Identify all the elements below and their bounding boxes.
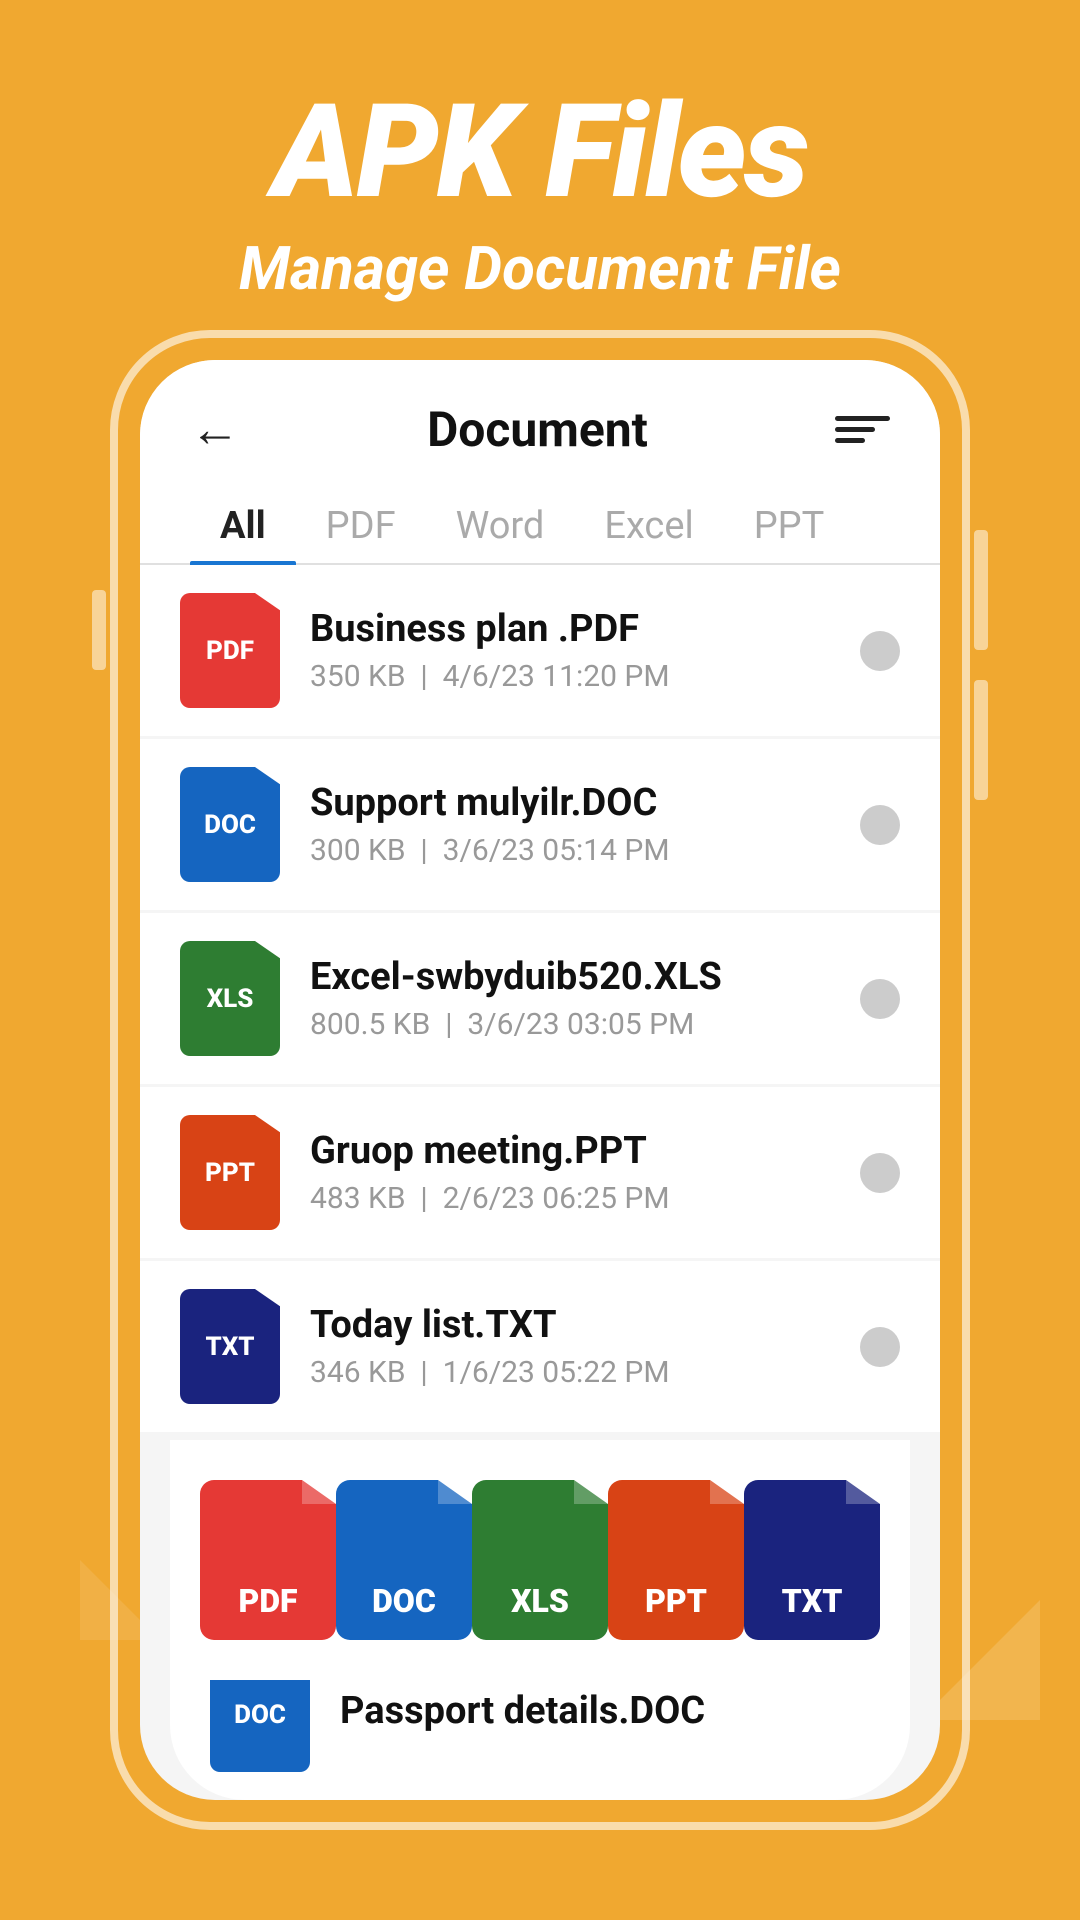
file-info-4: Gruop meeting.PPT 483 KB | 2/6/23 06:25 …	[310, 1129, 830, 1216]
file-name-last: Passport details.DOC	[340, 1689, 870, 1733]
tab-excel[interactable]: Excel	[574, 489, 723, 563]
screen-title: Document	[427, 401, 648, 458]
file-meta-3: 800.5 KB | 3/6/23 03:05 PM	[310, 1007, 830, 1042]
filter-icon-line3	[835, 438, 865, 443]
type-icon-txt[interactable]: TXT	[744, 1480, 880, 1640]
tab-pdf[interactable]: PDF	[296, 489, 426, 563]
file-options-4[interactable]	[860, 1153, 900, 1193]
file-list: PDF Business plan .PDF 350 KB | 4/6/23 1…	[140, 565, 940, 1432]
file-name-2: Support mulyilr.DOC	[310, 781, 830, 825]
header-title: APK Files	[60, 80, 1020, 223]
phone-mockup: ← Document All PDF Word Excel PPT PDF Bu…	[110, 330, 970, 1830]
file-meta-5: 346 KB | 1/6/23 05:22 PM	[310, 1355, 830, 1390]
file-item-3[interactable]: XLS Excel-swbyduib520.XLS 800.5 KB | 3/6…	[140, 913, 940, 1084]
file-info-5: Today list.TXT 346 KB | 1/6/23 05:22 PM	[310, 1303, 830, 1390]
phone-button-right2	[974, 680, 988, 800]
type-icon-doc[interactable]: DOC	[336, 1480, 472, 1640]
header-subtitle: Manage Document File	[60, 233, 1020, 304]
file-options-2[interactable]	[860, 805, 900, 845]
file-name-5: Today list.TXT	[310, 1303, 830, 1347]
file-options-1[interactable]	[860, 631, 900, 671]
back-button[interactable]: ←	[190, 400, 240, 459]
filter-icon-line1	[835, 416, 890, 421]
file-options-3[interactable]	[860, 979, 900, 1019]
tab-word[interactable]: Word	[426, 489, 575, 563]
file-meta-4: 483 KB | 2/6/23 06:25 PM	[310, 1181, 830, 1216]
header-section: APK Files Manage Document File	[0, 0, 1080, 344]
type-icon-xls[interactable]: XLS	[472, 1480, 608, 1640]
file-info-1: Business plan .PDF 350 KB | 4/6/23 11:20…	[310, 607, 830, 694]
file-icon-txt-5: TXT	[180, 1289, 280, 1404]
file-name-3: Excel-swbyduib520.XLS	[310, 955, 830, 999]
file-item-4[interactable]: PPT Gruop meeting.PPT 483 KB | 2/6/23 06…	[140, 1087, 940, 1258]
file-icon-ppt-4: PPT	[180, 1115, 280, 1230]
file-meta-2: 300 KB | 3/6/23 05:14 PM	[310, 833, 830, 868]
file-item-1[interactable]: PDF Business plan .PDF 350 KB | 4/6/23 1…	[140, 565, 940, 736]
file-name-4: Gruop meeting.PPT	[310, 1129, 830, 1173]
file-meta-1: 350 KB | 4/6/23 11:20 PM	[310, 659, 830, 694]
file-icon-pdf-1: PDF	[180, 593, 280, 708]
app-topbar: ← Document	[140, 360, 940, 479]
bottom-types-bar: PDF DOC XLS PPT TXT	[170, 1440, 910, 1680]
file-item-2[interactable]: DOC Support mulyilr.DOC 300 KB | 3/6/23 …	[140, 739, 940, 910]
file-item-5[interactable]: TXT Today list.TXT 346 KB | 1/6/23 05:22…	[140, 1261, 940, 1432]
file-icon-xls-3: XLS	[180, 941, 280, 1056]
file-info-3: Excel-swbyduib520.XLS 800.5 KB | 3/6/23 …	[310, 955, 830, 1042]
type-icon-pdf[interactable]: PDF	[200, 1480, 336, 1640]
file-name-1: Business plan .PDF	[310, 607, 830, 651]
tabs-bar: All PDF Word Excel PPT	[140, 479, 940, 565]
type-icon-ppt[interactable]: PPT	[608, 1480, 744, 1640]
tab-ppt[interactable]: PPT	[724, 489, 855, 563]
file-icon-doc-2: DOC	[180, 767, 280, 882]
tab-all[interactable]: All	[190, 489, 296, 563]
phone-screen: ← Document All PDF Word Excel PPT PDF Bu…	[140, 360, 940, 1800]
phone-button-right	[974, 530, 988, 650]
file-options-5[interactable]	[860, 1327, 900, 1367]
filter-icon-line2	[835, 427, 875, 432]
file-info-last: Passport details.DOC	[340, 1689, 870, 1741]
file-info-2: Support mulyilr.DOC 300 KB | 3/6/23 05:1…	[310, 781, 830, 868]
filter-button[interactable]	[835, 416, 890, 443]
phone-button-left	[92, 590, 106, 670]
